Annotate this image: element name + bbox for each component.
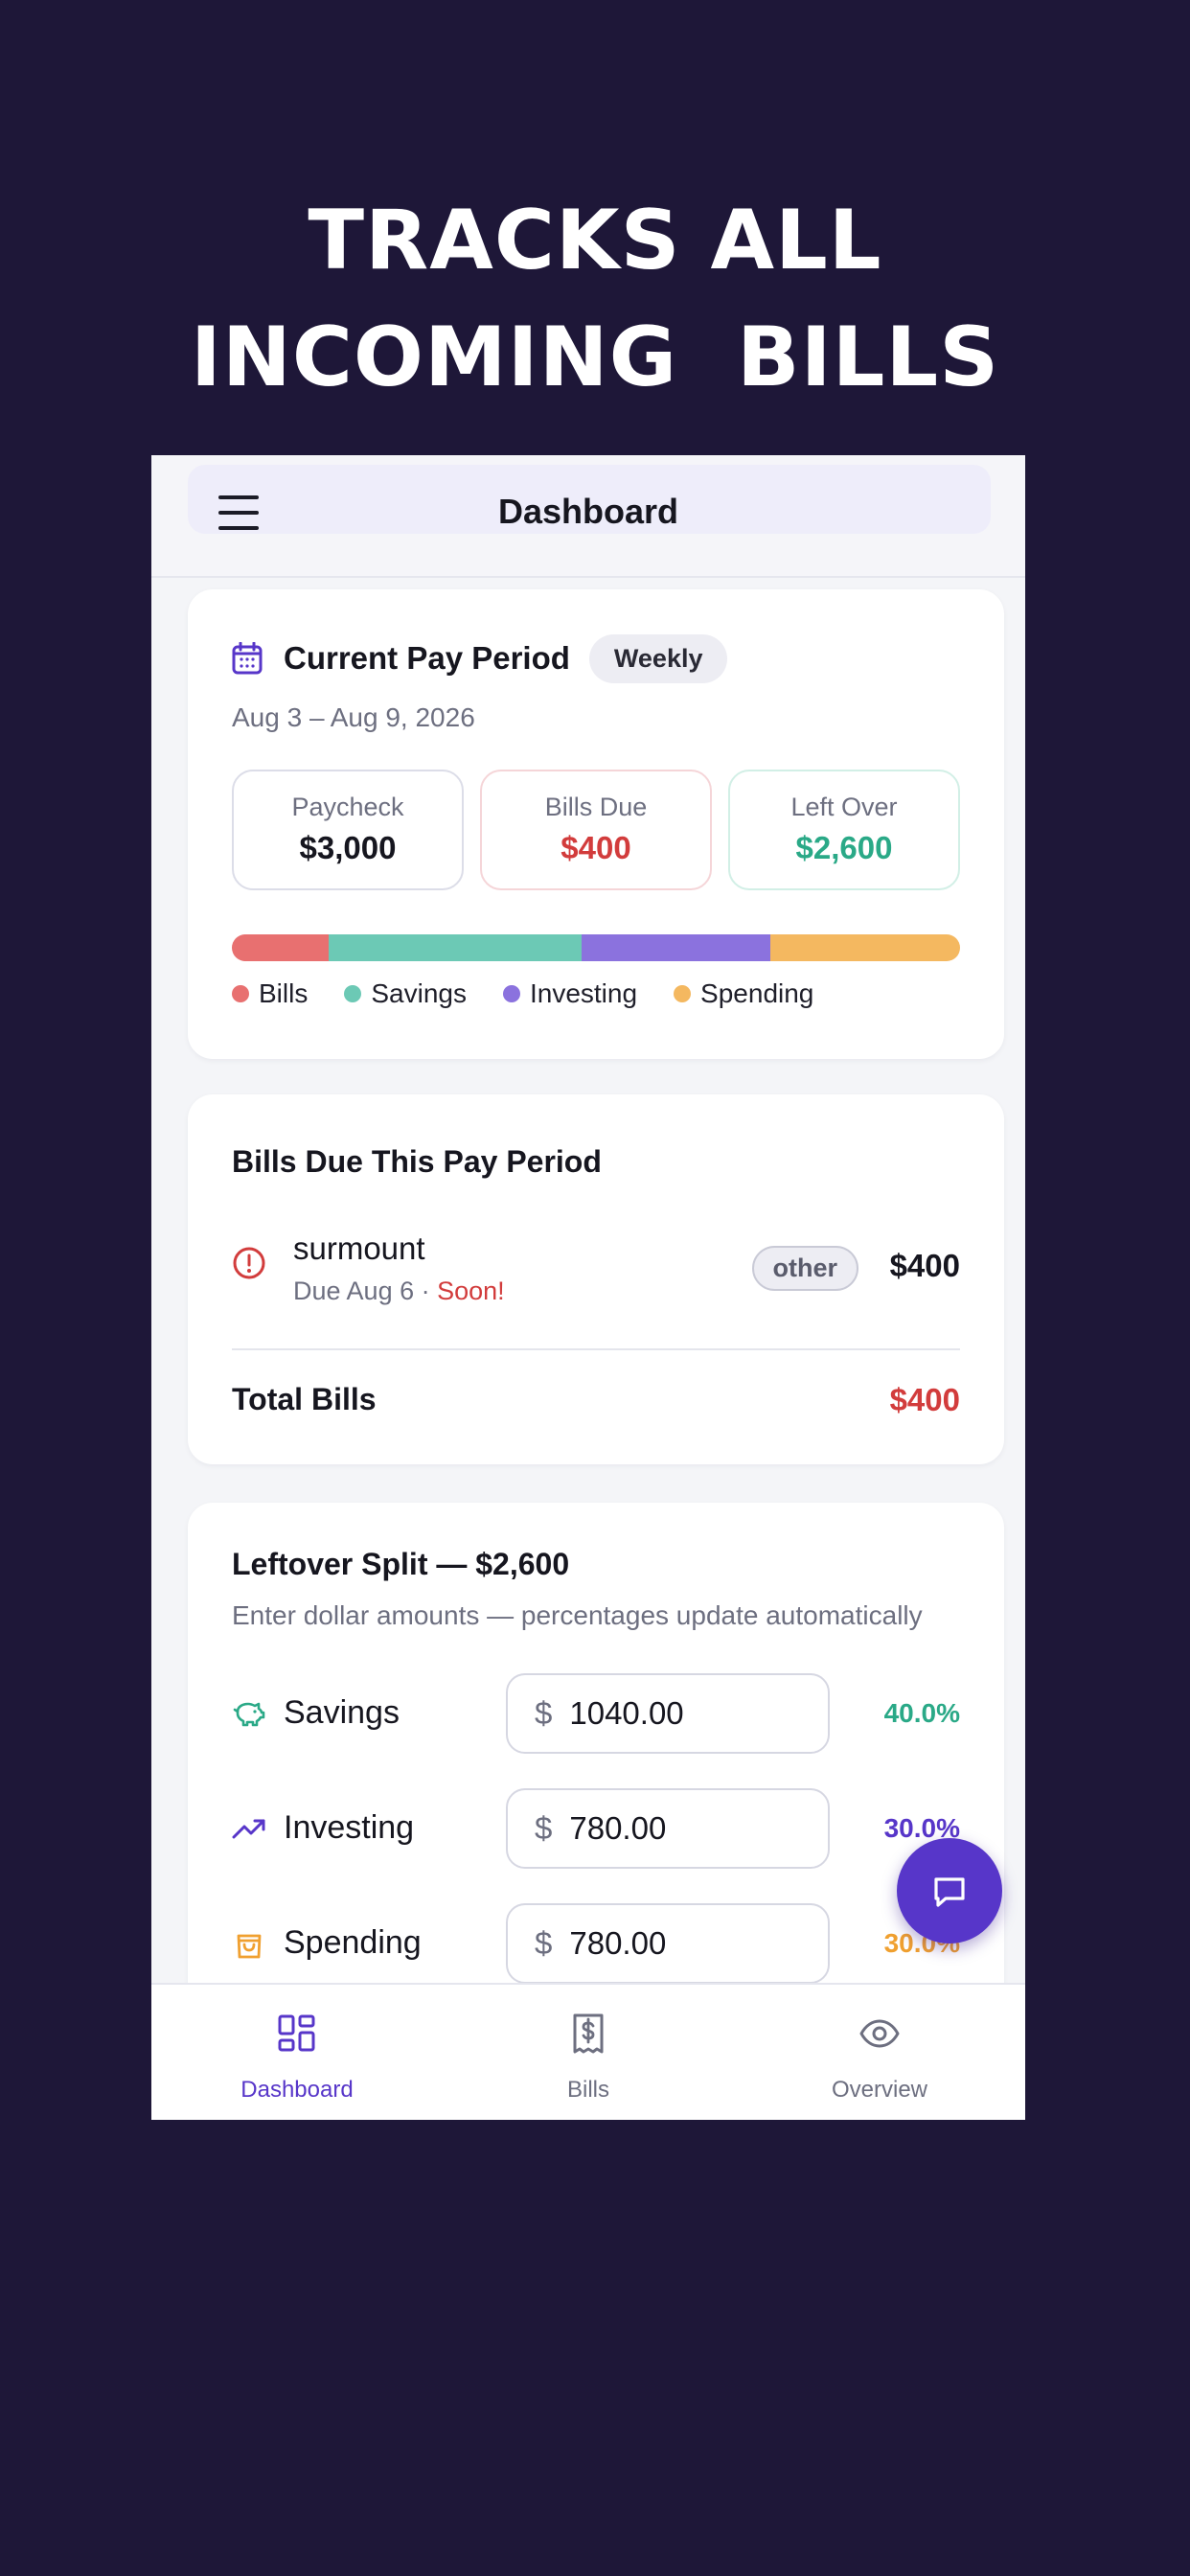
bill-item[interactable]: surmount Due Aug 6 · Soon! other $400 [232, 1225, 960, 1305]
tab-label-overview: Overview [831, 2077, 928, 2103]
legend-label: Investing [529, 978, 638, 1008]
headline-line-2: INCOMING BILLS [190, 310, 1000, 405]
bills-card: Bills Due This Pay Period surmount Due A… [188, 1094, 1004, 1464]
page-title: Dashboard [497, 492, 679, 531]
split-label-investing: Investing [284, 1809, 415, 1846]
paycheck-value: $3,000 [299, 830, 397, 865]
currency-symbol: $ [535, 1925, 553, 1961]
bill-separator: · [414, 1276, 438, 1305]
bill-due-info: Due Aug 6 · Soon! [293, 1276, 505, 1306]
tab-dashboard[interactable]: Dashboard [151, 1985, 443, 2120]
tab-overview[interactable]: Overview [734, 1985, 1025, 2120]
bill-name: surmount [293, 1230, 425, 1266]
total-bills-label: Total Bills [232, 1382, 377, 1416]
currency-symbol: $ [535, 1810, 553, 1846]
currency-symbol: $ [535, 1695, 553, 1731]
piggy-bank-icon [233, 1702, 265, 1727]
pay-period-dates: Aug 3 – Aug 9, 2026 [232, 702, 475, 732]
allocation-bar [232, 934, 960, 961]
legend-label: Bills [259, 978, 309, 1008]
savings-percent: 40.0% [883, 1698, 960, 1728]
bills-divider [232, 1348, 960, 1350]
trending-up-icon [232, 1819, 265, 1839]
allocation-legend: Bills Savings Investing Spending [232, 978, 850, 1009]
legend-dot [674, 985, 692, 1002]
tab-label-bills: Bills [566, 2077, 609, 2103]
legend-item-spending: Spending [674, 978, 813, 1009]
allocation-segment-bills [232, 934, 330, 961]
legend-label: Savings [371, 978, 467, 1008]
savings-amount-field[interactable]: $ [506, 1673, 830, 1754]
eye-icon [859, 2019, 900, 2048]
split-title: Leftover Split — $2,600 [232, 1547, 570, 1581]
split-subtitle: Enter dollar amounts — percentages updat… [232, 1600, 923, 1630]
legend-label: Spending [700, 978, 814, 1008]
spending-amount-input[interactable] [569, 1925, 800, 1962]
bill-soon-flag: Soon! [437, 1276, 505, 1305]
bills-due-value: $400 [561, 830, 631, 865]
app-screen: Dashboard Current Pay Period Weekly Aug … [151, 455, 1025, 2120]
pay-period-header: Current Pay Period Weekly [232, 633, 728, 683]
left-over-stat: Left Over $2,600 [728, 770, 960, 890]
split-row-spending: Spending $ 30.0% [232, 1903, 960, 1984]
split-row-investing: Investing $ 30.0% [232, 1788, 960, 1869]
legend-dot [232, 985, 249, 1002]
tab-bills[interactable]: Bills [443, 1985, 734, 2120]
bills-card-title: Bills Due This Pay Period [232, 1144, 602, 1179]
legend-item-investing: Investing [502, 978, 638, 1009]
promo-headline: TRACKS ALL INCOMING BILLS [0, 182, 1190, 416]
shopping-bag-icon [237, 1934, 262, 1959]
pay-period-title: Current Pay Period [284, 640, 570, 676]
paycheck-stat: Paycheck $3,000 [232, 770, 464, 890]
bottom-tab-bar: Dashboard Bills Overview [151, 1983, 1025, 2120]
pay-period-card: Current Pay Period Weekly Aug 3 – Aug 9,… [188, 589, 1004, 1059]
split-row-savings: Savings $ 40.0% [232, 1673, 960, 1754]
split-label-spending: Spending [284, 1924, 422, 1961]
split-label-savings: Savings [284, 1694, 400, 1731]
chat-fab-button[interactable] [897, 1838, 1002, 1944]
total-bills-value: $400 [889, 1382, 960, 1417]
allocation-segment-savings [329, 934, 582, 961]
bill-category-tag: other [751, 1246, 858, 1291]
bill-due-date: Due Aug 6 [293, 1276, 415, 1305]
top-app-bar: Dashboard [151, 455, 1025, 578]
investing-amount-input[interactable] [569, 1810, 800, 1847]
left-over-label: Left Over [790, 793, 898, 821]
allocation-segment-spending [770, 934, 960, 961]
tab-label-dashboard: Dashboard [240, 2077, 354, 2103]
allocation-segment-investing [581, 934, 771, 961]
calendar-icon [232, 642, 263, 675]
chat-icon [934, 1877, 965, 1907]
summary-stats: Paycheck $3,000 Bills Due $400 Left Over… [232, 770, 960, 890]
dashboard-grid-icon [278, 2014, 315, 2052]
investing-amount-field[interactable]: $ [506, 1788, 830, 1869]
spending-amount-field[interactable]: $ [506, 1903, 830, 1984]
headline-line-1: TRACKS ALL [308, 193, 882, 288]
alert-circle-icon [233, 1247, 265, 1279]
legend-item-savings: Savings [344, 978, 467, 1009]
legend-dot [502, 985, 520, 1002]
bill-amount: $400 [889, 1248, 960, 1283]
left-over-value: $2,600 [795, 830, 893, 865]
frequency-badge[interactable]: Weekly [588, 633, 728, 683]
legend-dot [344, 985, 362, 1002]
savings-amount-input[interactable] [569, 1695, 800, 1732]
paycheck-label: Paycheck [291, 793, 404, 821]
bills-due-label: Bills Due [544, 793, 648, 821]
receipt-dollar-icon [573, 2013, 604, 2054]
legend-item-bills: Bills [232, 978, 308, 1009]
bills-due-stat: Bills Due $400 [480, 770, 712, 890]
